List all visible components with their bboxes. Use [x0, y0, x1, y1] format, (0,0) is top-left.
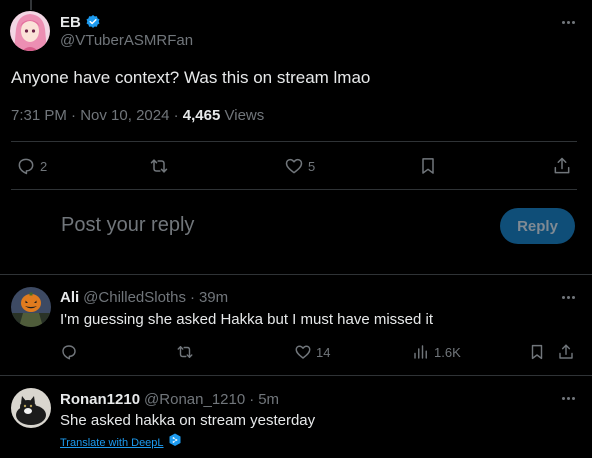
views-count: 4,465 — [182, 107, 221, 124]
like-count: 14 — [316, 344, 331, 360]
verified-badge-icon — [85, 14, 101, 30]
meta-separator: · — [189, 288, 195, 306]
tweet-time[interactable]: 7:31 PM — [11, 107, 67, 124]
like-count: 5 — [308, 158, 316, 174]
tweet-date[interactable]: Nov 10, 2024 — [80, 107, 169, 124]
more-icon[interactable] — [558, 393, 578, 403]
translate-row: Translate with DeepL — [60, 433, 181, 452]
avatar[interactable] — [10, 11, 50, 51]
share-button[interactable] — [557, 343, 575, 361]
repost-button[interactable] — [148, 156, 170, 176]
views-icon — [414, 345, 427, 359]
share-button[interactable] — [552, 156, 572, 176]
like-icon — [295, 345, 311, 359]
like-icon — [285, 158, 303, 174]
share-icon — [559, 344, 573, 359]
avatar[interactable] — [11, 287, 51, 327]
like-button[interactable]: 5 — [284, 156, 315, 176]
reply-text: I'm guessing she asked Hakka but I must … — [60, 311, 434, 328]
reply-author-row: Ali @ChilledSloths · 39m — [60, 287, 228, 307]
reply-icon — [18, 158, 34, 175]
tweet-meta: 7:31 PM · Nov 10, 2024 · 4,465 Views — [11, 107, 264, 124]
reply-count: 2 — [40, 158, 48, 174]
reply-display-name[interactable]: Ali — [60, 289, 79, 306]
meta-separator: · — [249, 390, 255, 408]
reply-icon — [62, 345, 76, 360]
reply-display-name[interactable]: Ronan1210 — [60, 391, 140, 408]
bookmark-button[interactable] — [528, 343, 546, 361]
views-count: 1.6K — [434, 344, 461, 360]
bookmark-icon — [531, 344, 543, 360]
divider — [11, 189, 577, 190]
reply-submit-button[interactable]: Reply — [500, 208, 575, 244]
views-button[interactable]: 1.6K — [412, 343, 461, 361]
repost-button[interactable] — [175, 343, 195, 361]
author-handle[interactable]: @VTuberASMRFan — [60, 32, 193, 49]
like-button[interactable]: 14 — [294, 343, 330, 361]
repost-icon — [150, 159, 168, 173]
translate-link[interactable]: Translate with DeepL — [60, 437, 164, 449]
divider — [0, 274, 592, 275]
divider — [0, 375, 592, 376]
main-tweet: EB @VTuberASMRFan Anyone have context? W… — [0, 0, 592, 274]
author-display-name[interactable]: EB — [60, 14, 81, 31]
reply-time[interactable]: 39m — [199, 289, 228, 306]
reply-time[interactable]: 5m — [258, 391, 279, 408]
reply-button[interactable] — [60, 343, 78, 361]
deepl-icon — [169, 433, 181, 452]
divider — [11, 141, 577, 142]
tweet-text: Anyone have context? Was this on stream … — [11, 68, 371, 87]
avatar[interactable] — [11, 388, 51, 428]
meta-separator: · — [173, 107, 179, 124]
views-label: Views — [224, 107, 265, 124]
reply-input[interactable]: Post your reply — [61, 214, 194, 237]
meta-separator: · — [71, 107, 77, 124]
share-icon — [554, 157, 570, 174]
bookmark-icon — [422, 158, 434, 174]
reply-handle[interactable]: @Ronan_1210 — [144, 391, 245, 408]
author-name-row: EB — [60, 12, 101, 32]
bookmark-button[interactable] — [418, 156, 438, 176]
reply-text: She asked hakka on stream yesterday — [60, 412, 316, 429]
more-icon[interactable] — [558, 292, 578, 302]
more-icon[interactable] — [558, 17, 578, 27]
reply-author-row: Ronan1210 @Ronan_1210 · 5m — [60, 389, 279, 409]
reply-handle[interactable]: @ChilledSloths — [83, 289, 186, 306]
repost-icon — [177, 346, 193, 358]
reply-button[interactable]: 2 — [16, 156, 47, 176]
